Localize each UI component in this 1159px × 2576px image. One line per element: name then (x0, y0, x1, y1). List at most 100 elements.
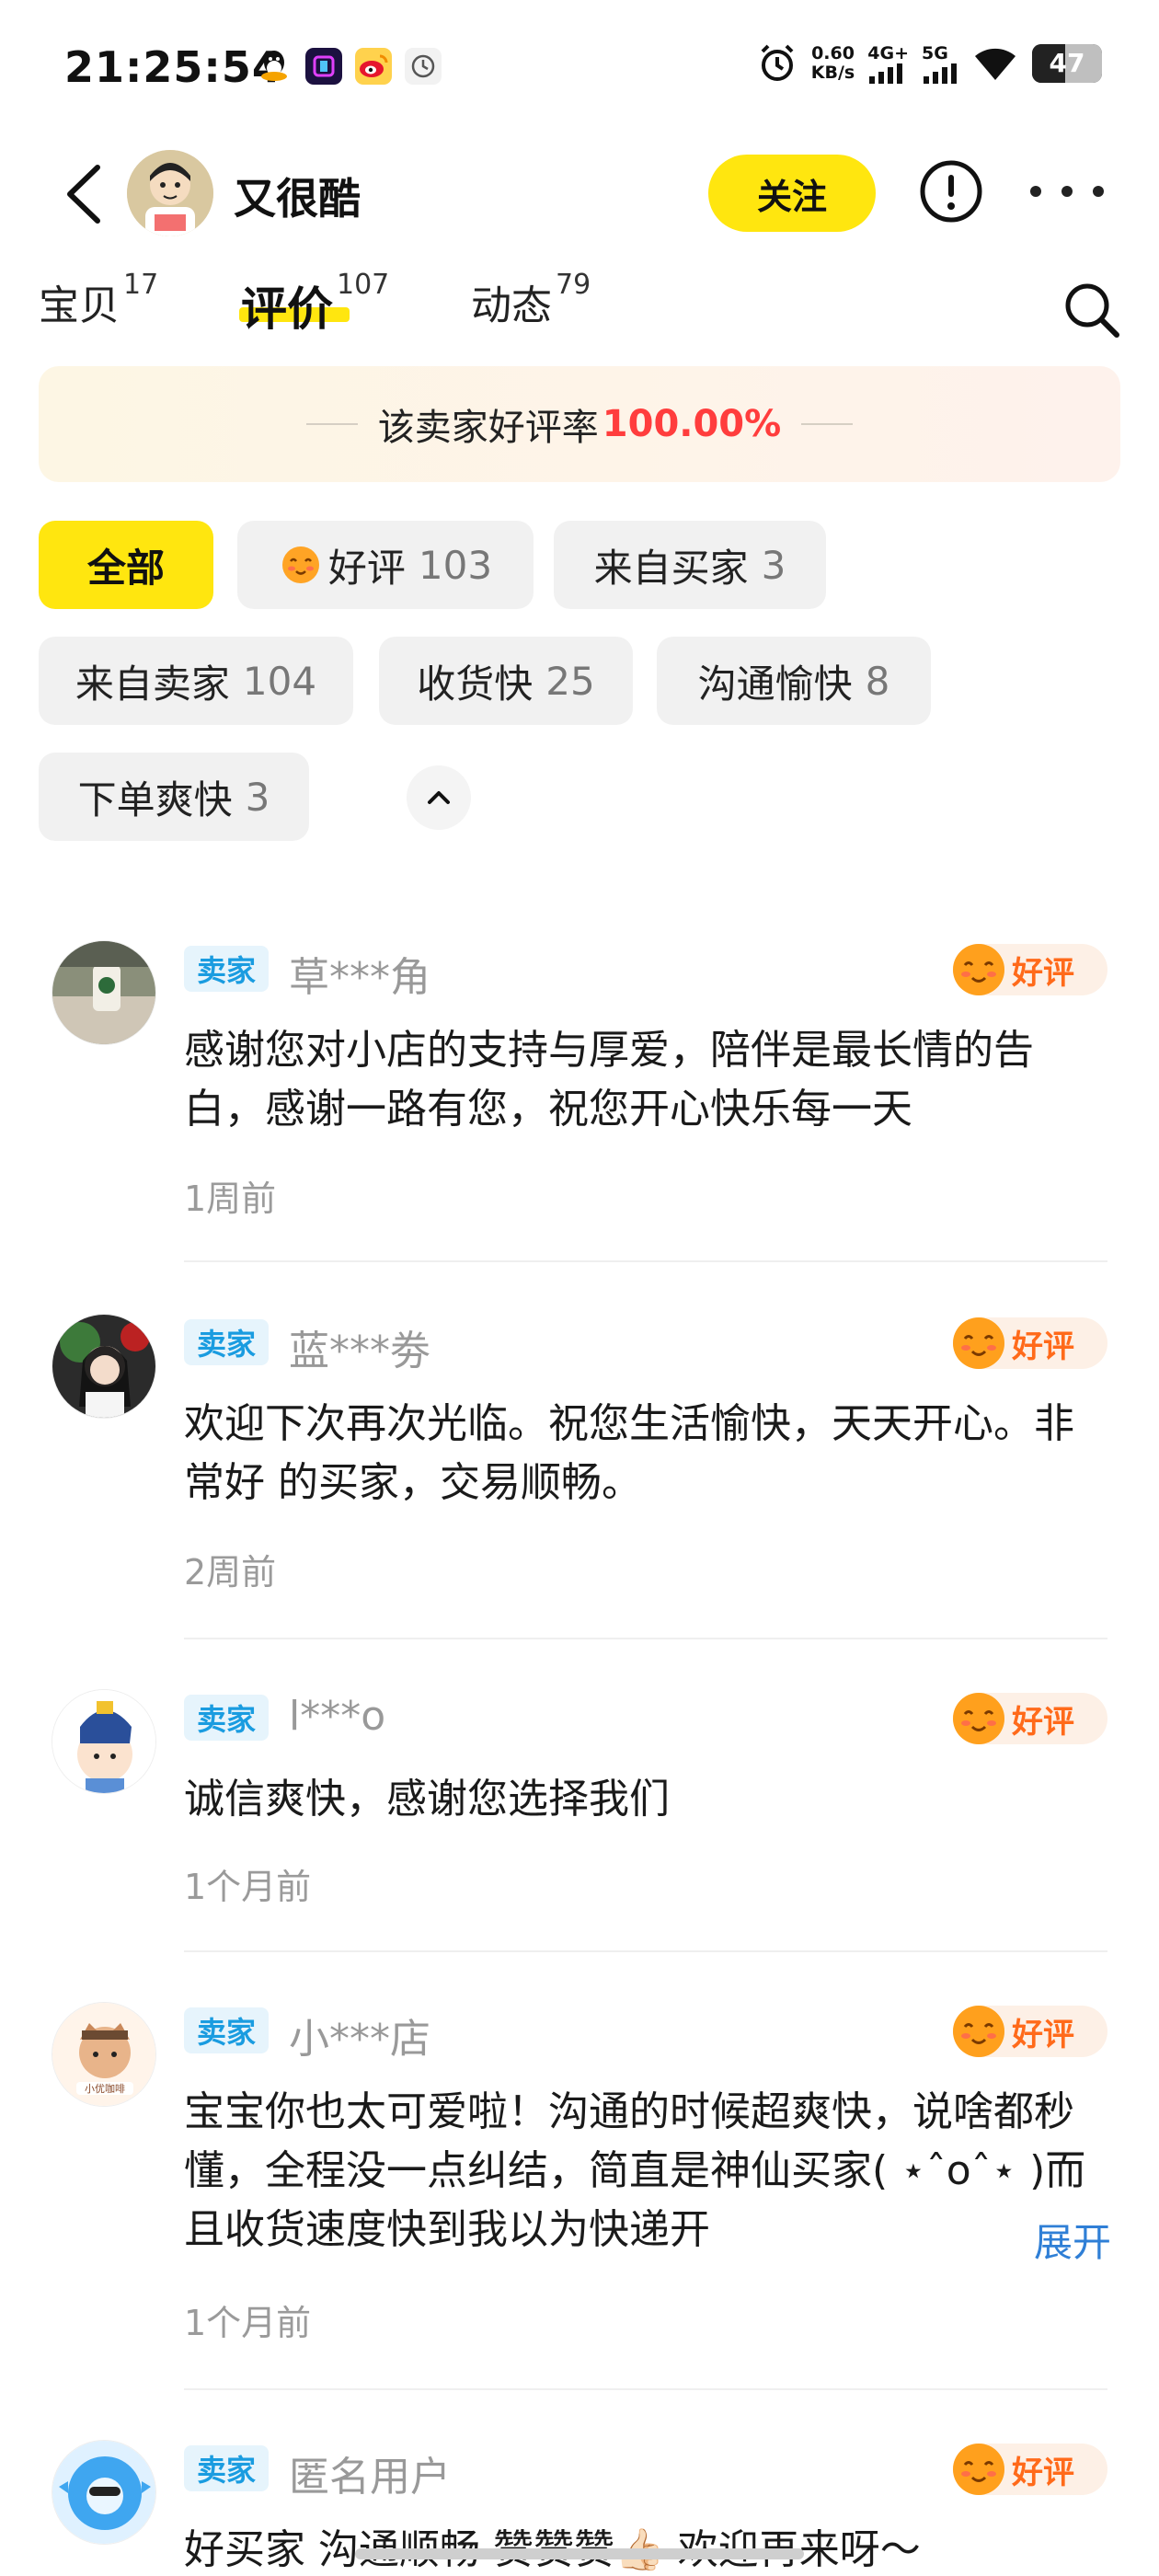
network-type-1: 4G+ (867, 43, 909, 63)
net-speed-unit: KB/s (810, 63, 855, 83)
review-text: 宝宝你也太可爱啦！沟通的时候超爽快，说啥都秒懂，全程没一点纠结，简直是神仙买家(… (184, 2088, 1086, 2253)
more-button[interactable] (1030, 171, 1104, 212)
battery-icon: 47 (1032, 44, 1102, 83)
filter-chip-fast-delivery[interactable]: 收货快 25 (379, 637, 633, 725)
weibo-icon (355, 48, 392, 85)
qq-icon (256, 48, 293, 85)
search-icon (1065, 283, 1119, 338)
reviewer-name: 蓝***劵 (289, 1328, 430, 1374)
collapse-filters-button[interactable] (407, 765, 471, 830)
smiling-face-icon (281, 546, 319, 583)
reviewer-avatar[interactable] (52, 940, 156, 1045)
reviewer-name: 草***角 (289, 954, 430, 1001)
review-time: 2周前 (184, 1552, 277, 1593)
tab-moments[interactable]: 动态 79 (471, 269, 591, 331)
more-dots-icon (1093, 186, 1104, 197)
smiling-face-icon (953, 1317, 1004, 1369)
shop-reviews-page: 21:25:54 0.60 KB/s 4G+ 5G 47 又很酷 关注 宝贝 1… (0, 0, 1159, 2576)
signal-2: 5G (922, 43, 958, 84)
review-divider (184, 1950, 1107, 1952)
filter-chip-quick-order[interactable]: 下单爽快 3 (39, 753, 309, 841)
good-review-label: 好评 (1012, 2016, 1074, 2053)
shop-tabs: 宝贝 17 评价 107 动态 79 (0, 269, 1159, 355)
positive-rate-banner: 该卖家好评率 100.00% (39, 366, 1120, 482)
chip-label: 来自买家 (593, 545, 749, 591)
chevron-left-icon (67, 165, 100, 224)
report-button[interactable] (918, 158, 984, 224)
tab-label: 宝贝 (39, 282, 120, 329)
review-text: 欢迎下次再次光临。祝您生活愉快，天天开心。非常好 的买家，交易顺畅。 (184, 1400, 1074, 1506)
exclamation-circle-icon (920, 160, 982, 223)
svg-text:小优咖啡: 小优咖啡 (85, 2082, 125, 2095)
good-review-label: 好评 (1012, 954, 1074, 992)
chip-count: 103 (418, 542, 493, 588)
chip-count: 25 (545, 658, 595, 704)
reviewer-name: 匿名用户 (289, 2454, 451, 2501)
battery-level: 47 (1049, 48, 1085, 78)
positive-rate-value: 100.00% (602, 403, 782, 445)
good-review-badge: 好评 (953, 1317, 1107, 1369)
chip-count: 104 (242, 658, 317, 704)
smiling-face-icon (953, 2444, 1004, 2495)
shop-avatar[interactable] (127, 150, 213, 236)
tab-reviews[interactable]: 评价 107 (239, 269, 390, 339)
positive-rate-label: 该卖家好评率 (377, 407, 599, 449)
reviewer-name: l***o (289, 1693, 386, 1740)
tab-count: 107 (337, 269, 390, 301)
seller-tag: 卖家 (184, 2445, 270, 2491)
chevron-up-icon (428, 791, 450, 804)
reviewer-avatar[interactable] (52, 2440, 156, 2545)
good-review-badge: 好评 (953, 944, 1107, 995)
search-button[interactable] (1061, 280, 1122, 340)
alarm-icon (761, 44, 794, 81)
filter-chip-all[interactable]: 全部 (39, 521, 213, 609)
more-dots-icon (1030, 186, 1041, 197)
filter-chip-pleasant-communication[interactable]: 沟通愉快 8 (657, 637, 931, 725)
chip-label: 沟通愉快 (697, 661, 853, 707)
filter-chip-from-buyer[interactable]: 来自买家 3 (554, 521, 826, 609)
divider-line (305, 423, 358, 425)
reviewer-avatar[interactable] (52, 1689, 156, 1794)
filter-chip-from-seller[interactable]: 来自卖家 104 (39, 637, 353, 725)
status-right: 0.60 KB/s 4G+ 5G 47 (756, 42, 1102, 85)
filter-chip-good[interactable]: 好评 103 (237, 521, 534, 609)
more-dots-icon (1061, 186, 1073, 197)
tab-label: 评价 (241, 282, 333, 336)
good-review-label: 好评 (1012, 2454, 1074, 2491)
reviewer-avatar[interactable] (52, 1314, 156, 1419)
seller-tag: 卖家 (184, 946, 270, 992)
review-time: 1个月前 (184, 2303, 312, 2343)
chip-count: 3 (245, 774, 270, 820)
review-text: 感谢您对小店的支持与厚爱，陪伴是最长情的告白，感谢一路有您，祝您开心快乐每一天 (184, 1027, 1034, 1133)
tab-items[interactable]: 宝贝 17 (39, 269, 158, 331)
reviewer-avatar[interactable]: 小优咖啡 (52, 2002, 156, 2107)
net-speed-value: 0.60 (811, 43, 855, 63)
review-time: 1个月前 (184, 1867, 312, 1907)
signal-bars-icon (869, 63, 903, 84)
notification-icons (256, 48, 442, 85)
seller-tag: 卖家 (184, 1319, 270, 1365)
tab-label: 动态 (471, 282, 552, 329)
home-indicator[interactable] (355, 2548, 804, 2559)
follow-button[interactable]: 关注 (708, 155, 876, 232)
review-divider (184, 1638, 1107, 1639)
seller-tag: 卖家 (184, 2007, 270, 2053)
smiling-face-icon (953, 1693, 1004, 1744)
chip-count: 8 (865, 658, 890, 704)
chip-label: 收货快 (417, 661, 534, 707)
good-review-badge: 好评 (953, 2006, 1107, 2057)
good-review-label: 好评 (1012, 1328, 1074, 1365)
review-divider (184, 2388, 1107, 2390)
chip-label: 来自卖家 (75, 661, 230, 707)
back-button[interactable] (57, 162, 112, 226)
chip-count: 3 (761, 542, 786, 588)
seller-tag: 卖家 (184, 1695, 270, 1741)
expand-link[interactable]: 展开 (1001, 2212, 1112, 2268)
signal-bars-icon (924, 63, 957, 84)
chip-label: 全部 (86, 545, 165, 591)
status-bar: 21:25:54 0.60 KB/s 4G+ 5G 47 (0, 0, 1159, 138)
clock-app-icon (405, 48, 442, 85)
good-review-badge: 好评 (953, 1693, 1107, 1744)
net-speed: 0.60 KB/s (811, 44, 855, 83)
chip-label: 好评 (327, 545, 406, 591)
